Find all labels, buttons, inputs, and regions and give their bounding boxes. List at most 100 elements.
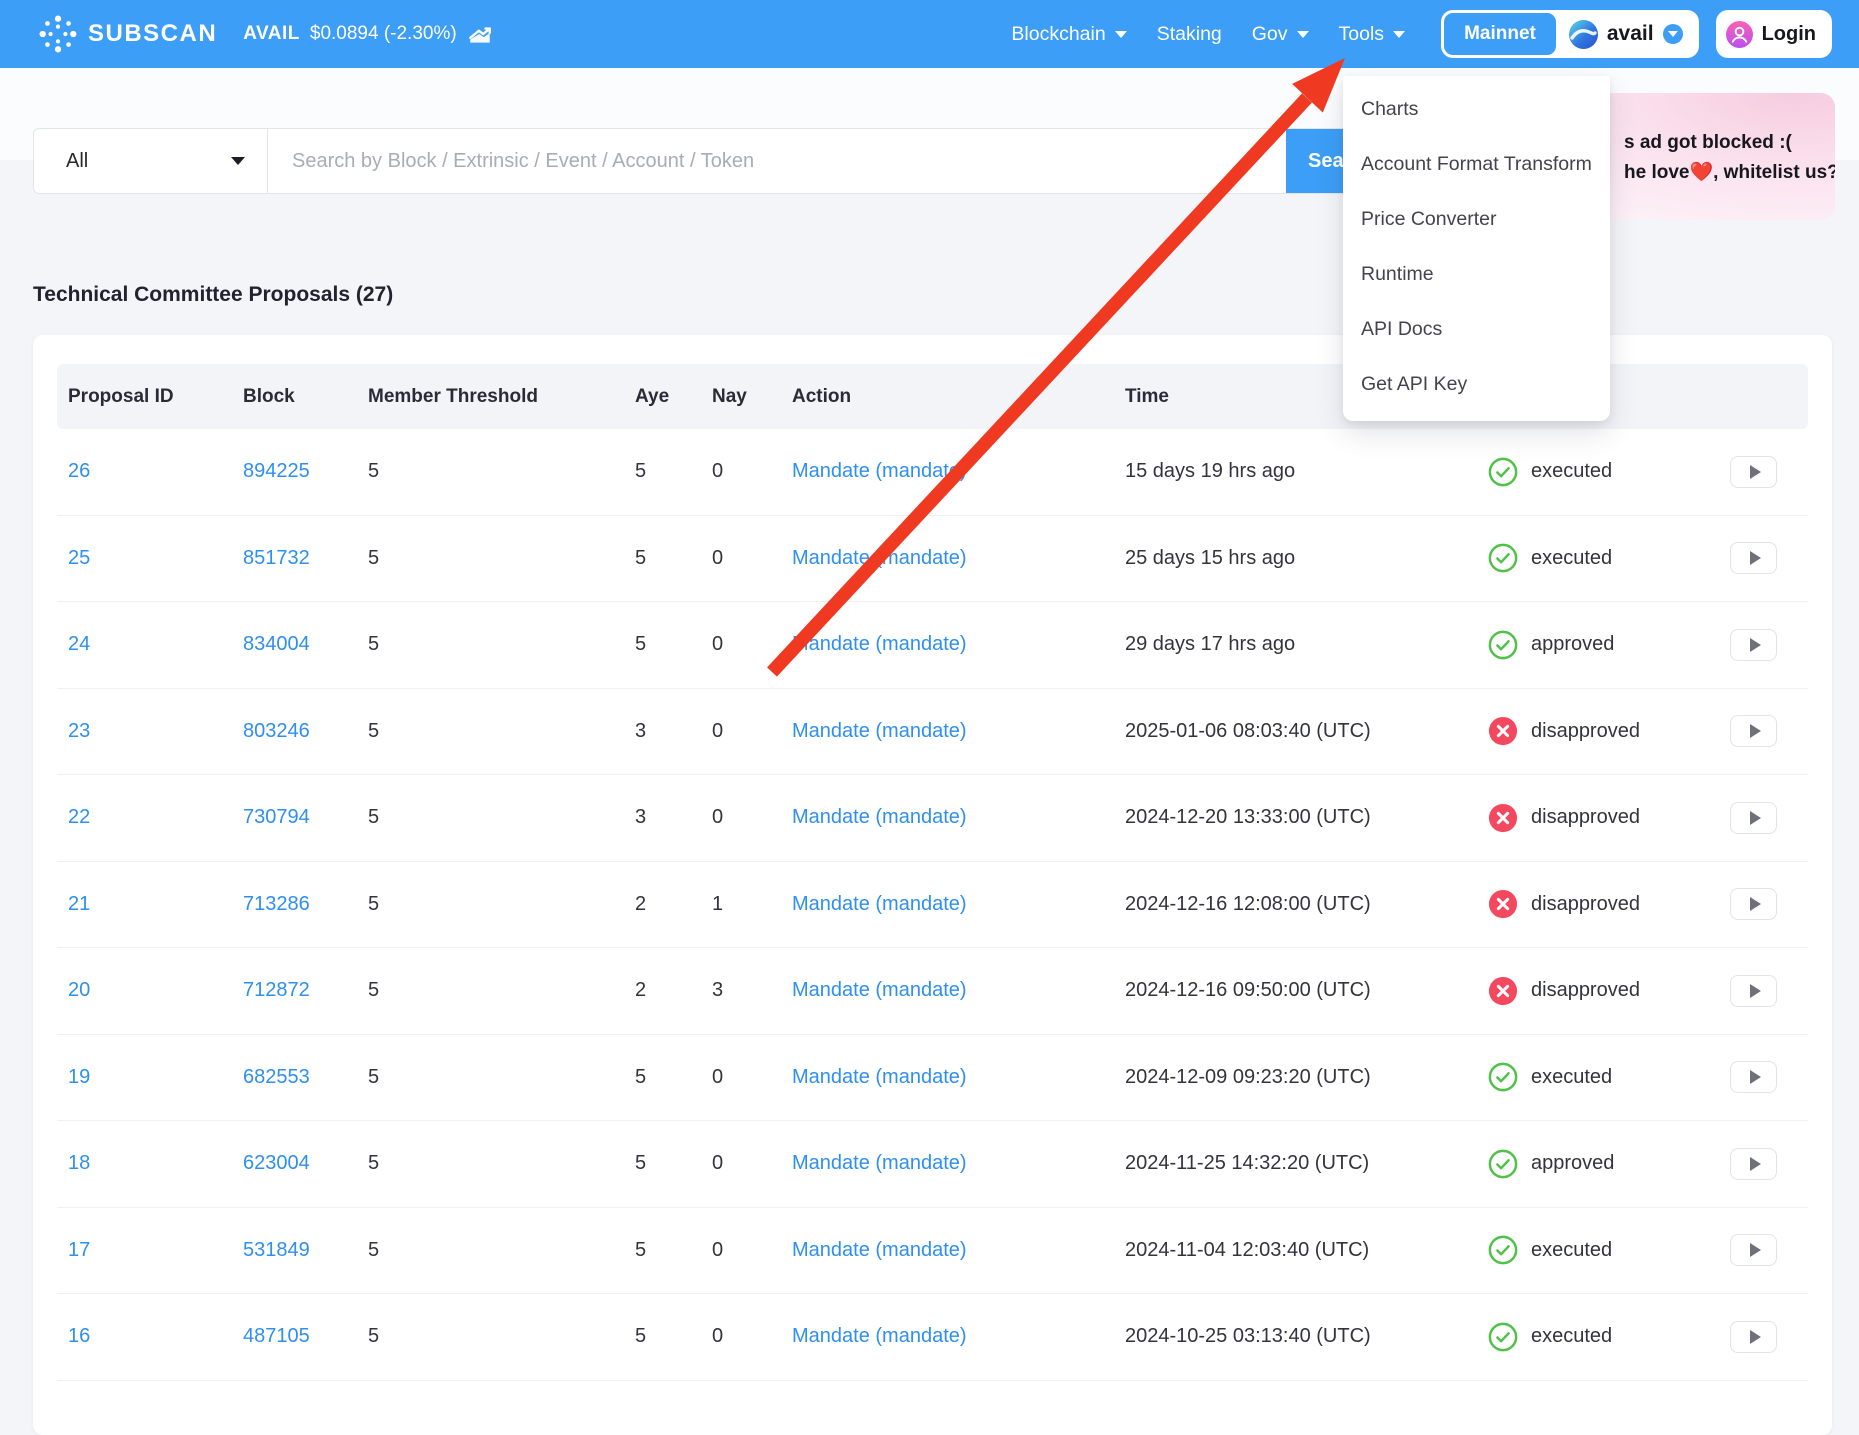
block-link[interactable]: 712872 [243, 979, 368, 1002]
nav-item-label: Staking [1157, 23, 1222, 46]
nay-count: 0 [712, 1325, 792, 1348]
expand-row-button[interactable] [1730, 1148, 1777, 1180]
proposal-id-link[interactable]: 25 [68, 547, 243, 570]
action-link[interactable]: Mandate (mandate) [792, 460, 1125, 483]
expand-row-button[interactable] [1730, 802, 1777, 834]
aye-count: 5 [635, 1152, 712, 1175]
proposal-id-link[interactable]: 20 [68, 979, 243, 1002]
nay-count: 0 [712, 460, 792, 483]
time-value: 2024-12-16 12:08:00 (UTC) [1125, 893, 1488, 916]
member-threshold-value: 5 [368, 1239, 635, 1262]
mainnet-button[interactable]: Mainnet [1444, 13, 1556, 55]
network-pill: Mainnet avail [1441, 10, 1699, 58]
nay-count: 0 [712, 633, 792, 656]
action-link[interactable]: Mandate (mandate) [792, 893, 1125, 916]
action-link[interactable]: Mandate (mandate) [792, 1066, 1125, 1089]
proposal-row: 17 531849 5 5 0 Mandate (mandate) 2024-1… [57, 1208, 1808, 1295]
network-selector[interactable]: avail [1556, 20, 1696, 49]
proposal-id-link[interactable]: 26 [68, 460, 243, 483]
proposal-id-link[interactable]: 21 [68, 893, 243, 916]
page-title: Technical Committee Proposals (27) [33, 283, 393, 307]
aye-count: 5 [635, 547, 712, 570]
action-link[interactable]: Mandate (mandate) [792, 979, 1125, 1002]
status-badge: approved [1488, 630, 1730, 660]
menu-item-runtime[interactable]: Runtime [1343, 247, 1610, 302]
menu-item-account-format-transform[interactable]: Account Format Transform [1343, 137, 1610, 192]
expand-row-button[interactable] [1730, 975, 1777, 1007]
proposal-id-link[interactable]: 16 [68, 1325, 243, 1348]
status-label: approved [1531, 633, 1614, 656]
check-circle-icon [1488, 630, 1518, 660]
time-value: 2025-01-06 08:03:40 (UTC) [1125, 720, 1488, 743]
nay-count: 1 [712, 893, 792, 916]
chevron-down-icon [1115, 31, 1127, 38]
menu-item-api-docs[interactable]: API Docs [1343, 302, 1610, 357]
menu-item-get-api-key[interactable]: Get API Key [1343, 357, 1610, 412]
login-button[interactable]: Login [1716, 10, 1832, 58]
time-value: 15 days 19 hrs ago [1125, 460, 1488, 483]
action-link[interactable]: Mandate (mandate) [792, 1325, 1125, 1348]
ad-text-line1: s ad got blocked :( [1624, 132, 1792, 154]
price-chart-icon[interactable] [467, 21, 493, 47]
search-input[interactable] [268, 129, 1286, 193]
block-link[interactable]: 713286 [243, 893, 368, 916]
proposal-row: 18 623004 5 5 0 Mandate (mandate) 2024-1… [57, 1121, 1808, 1208]
expand-row-button[interactable] [1730, 1321, 1777, 1353]
block-link[interactable]: 803246 [243, 720, 368, 743]
action-link[interactable]: Mandate (mandate) [792, 806, 1125, 829]
menu-item-charts[interactable]: Charts [1343, 82, 1610, 137]
expand-row-button[interactable] [1730, 629, 1777, 661]
menu-item-price-converter[interactable]: Price Converter [1343, 192, 1610, 247]
proposal-id-link[interactable]: 24 [68, 633, 243, 656]
proposal-row: 16 487105 5 5 0 Mandate (mandate) 2024-1… [57, 1294, 1808, 1381]
block-link[interactable]: 623004 [243, 1152, 368, 1175]
expand-row-button[interactable] [1730, 888, 1777, 920]
proposal-id-link[interactable]: 22 [68, 806, 243, 829]
block-link[interactable]: 682553 [243, 1066, 368, 1089]
block-link[interactable]: 531849 [243, 1239, 368, 1262]
nav-item-tools[interactable]: Tools [1339, 23, 1406, 46]
time-value: 29 days 17 hrs ago [1125, 633, 1488, 656]
proposal-id-link[interactable]: 19 [68, 1066, 243, 1089]
block-link[interactable]: 894225 [243, 460, 368, 483]
nay-count: 0 [712, 547, 792, 570]
block-link[interactable]: 834004 [243, 633, 368, 656]
action-link[interactable]: Mandate (mandate) [792, 547, 1125, 570]
network-chevron-down-icon [1663, 24, 1683, 44]
expand-row-button[interactable] [1730, 715, 1777, 747]
action-link[interactable]: Mandate (mandate) [792, 1152, 1125, 1175]
subscan-logo[interactable]: SUBSCAN [39, 15, 217, 53]
status-label: disapproved [1531, 720, 1640, 743]
action-link[interactable]: Mandate (mandate) [792, 720, 1125, 743]
block-link[interactable]: 730794 [243, 806, 368, 829]
aye-count: 5 [635, 460, 712, 483]
expand-row-button[interactable] [1730, 1234, 1777, 1266]
nay-count: 0 [712, 806, 792, 829]
nav-item-label: Gov [1252, 23, 1288, 46]
proposal-row: 23 803246 5 3 0 Mandate (mandate) 2025-0… [57, 689, 1808, 776]
block-link[interactable]: 487105 [243, 1325, 368, 1348]
proposal-row: 26 894225 5 5 0 Mandate (mandate) 15 day… [57, 429, 1808, 516]
aye-count: 2 [635, 979, 712, 1002]
check-circle-icon [1488, 1149, 1518, 1179]
nav-item-gov[interactable]: Gov [1252, 23, 1309, 46]
expand-row-button[interactable] [1730, 1061, 1777, 1093]
proposal-id-link[interactable]: 23 [68, 720, 243, 743]
proposal-id-link[interactable]: 18 [68, 1152, 243, 1175]
action-link[interactable]: Mandate (mandate) [792, 1239, 1125, 1262]
member-threshold-value: 5 [368, 893, 635, 916]
nav-item-staking[interactable]: Staking [1157, 23, 1222, 46]
nay-count: 0 [712, 1152, 792, 1175]
play-icon [1750, 811, 1761, 825]
nay-count: 0 [712, 720, 792, 743]
proposal-row: 19 682553 5 5 0 Mandate (mandate) 2024-1… [57, 1035, 1808, 1122]
action-link[interactable]: Mandate (mandate) [792, 633, 1125, 656]
proposal-id-link[interactable]: 17 [68, 1239, 243, 1262]
expand-row-button[interactable] [1730, 542, 1777, 574]
search-filter-select[interactable]: All [34, 129, 268, 193]
member-threshold-value: 5 [368, 720, 635, 743]
expand-row-button[interactable] [1730, 456, 1777, 488]
block-link[interactable]: 851732 [243, 547, 368, 570]
nav-item-blockchain[interactable]: Blockchain [1011, 23, 1126, 46]
topbar: SUBSCAN AVAIL $0.0894 (-2.30%) Blockchai… [0, 0, 1859, 68]
